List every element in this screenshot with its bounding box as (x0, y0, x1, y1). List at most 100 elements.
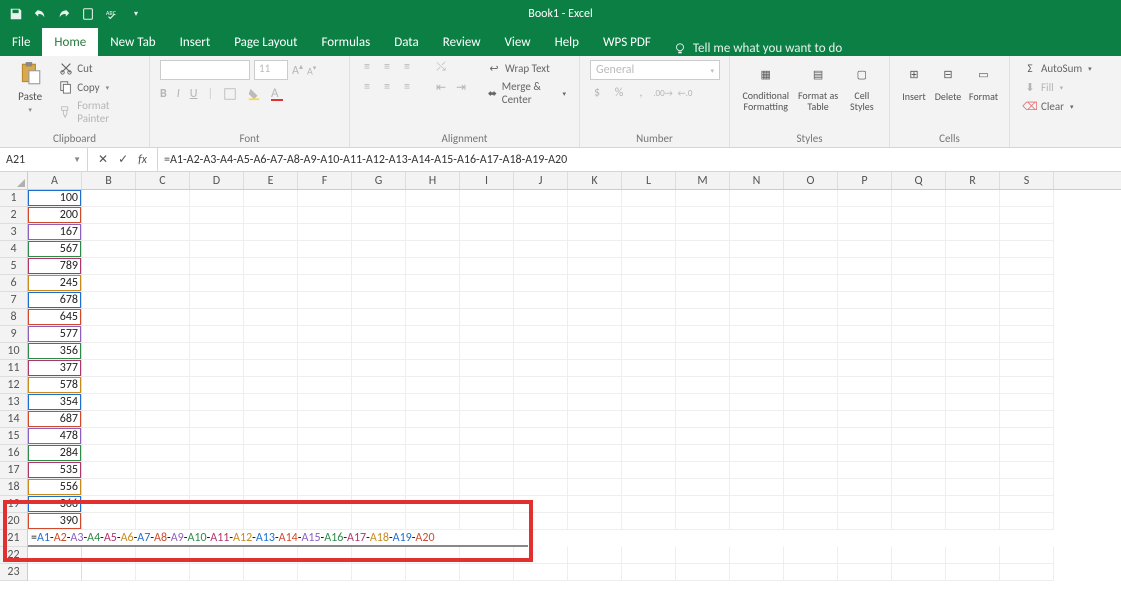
cell-B13[interactable] (82, 394, 136, 411)
cell-M7[interactable] (676, 292, 730, 309)
cell-I3[interactable] (460, 224, 514, 241)
cancel-formula-icon[interactable]: ✕ (98, 152, 108, 167)
cell-E20[interactable] (244, 513, 298, 530)
format-painter-button[interactable]: Format Painter (56, 98, 139, 126)
cell-H17[interactable] (406, 462, 460, 479)
orientation-icon[interactable]: ⤯ (434, 60, 448, 74)
cell-Q6[interactable] (892, 275, 946, 292)
cell-Q2[interactable] (892, 207, 946, 224)
cell-D3[interactable] (190, 224, 244, 241)
comma-icon[interactable]: , (634, 86, 648, 100)
cell-I19[interactable] (460, 496, 514, 513)
cell-O23[interactable] (784, 564, 838, 581)
cell-S15[interactable] (1000, 428, 1054, 445)
cell-S7[interactable] (1000, 292, 1054, 309)
cell-K18[interactable] (568, 479, 622, 496)
cell-D15[interactable] (190, 428, 244, 445)
decrease-decimal-icon[interactable]: ←.0 (678, 86, 692, 100)
cell-Q12[interactable] (892, 377, 946, 394)
cell-H4[interactable] (406, 241, 460, 258)
cell-M13[interactable] (676, 394, 730, 411)
cell-C11[interactable] (136, 360, 190, 377)
row-header-4[interactable]: 4 (0, 241, 27, 258)
row-header-11[interactable]: 11 (0, 360, 27, 377)
cell-A7[interactable]: 678 (28, 292, 82, 309)
cell-P20[interactable] (838, 513, 892, 530)
cell-L5[interactable] (622, 258, 676, 275)
cell-D13[interactable] (190, 394, 244, 411)
cell-A3[interactable]: 167 (28, 224, 82, 241)
cell-M16[interactable] (676, 445, 730, 462)
cell-O17[interactable] (784, 462, 838, 479)
cell-K10[interactable] (568, 343, 622, 360)
cell-B9[interactable] (82, 326, 136, 343)
cell-F19[interactable] (298, 496, 352, 513)
cell-G14[interactable] (352, 411, 406, 428)
cell-L18[interactable] (622, 479, 676, 496)
cell-Q10[interactable] (892, 343, 946, 360)
cell-E5[interactable] (244, 258, 298, 275)
cell-L14[interactable] (622, 411, 676, 428)
cell-P2[interactable] (838, 207, 892, 224)
cell-F17[interactable] (298, 462, 352, 479)
cell-C23[interactable] (136, 564, 190, 581)
cell-L6[interactable] (622, 275, 676, 292)
cell-N4[interactable] (730, 241, 784, 258)
cell-C16[interactable] (136, 445, 190, 462)
cell-I13[interactable] (460, 394, 514, 411)
cell-G1[interactable] (352, 190, 406, 207)
cell-S1[interactable] (1000, 190, 1054, 207)
cell-B5[interactable] (82, 258, 136, 275)
cell-M19[interactable] (676, 496, 730, 513)
cell-N14[interactable] (730, 411, 784, 428)
cell-E17[interactable] (244, 462, 298, 479)
row-header-17[interactable]: 17 (0, 462, 27, 479)
cell-C1[interactable] (136, 190, 190, 207)
cell-I17[interactable] (460, 462, 514, 479)
format-cells-button[interactable]: ▭Format (968, 60, 999, 103)
save-icon[interactable] (8, 6, 24, 22)
cell-R7[interactable] (946, 292, 1000, 309)
cell-S14[interactable] (1000, 411, 1054, 428)
cell-R13[interactable] (946, 394, 1000, 411)
cell-A12[interactable]: 578 (28, 377, 82, 394)
cell-H8[interactable] (406, 309, 460, 326)
enter-formula-icon[interactable]: ✓ (118, 152, 128, 167)
increase-decimal-icon[interactable]: .00→ (656, 86, 670, 100)
increase-font-icon[interactable]: A▴ (292, 62, 303, 78)
conditional-formatting-button[interactable]: ▦Conditional Formatting (740, 60, 791, 112)
insert-cells-button[interactable]: ⊞Insert (900, 60, 928, 103)
align-center-icon[interactable]: ≡ (380, 80, 394, 94)
cell-M2[interactable] (676, 207, 730, 224)
cell-F5[interactable] (298, 258, 352, 275)
cell-H5[interactable] (406, 258, 460, 275)
row-header-5[interactable]: 5 (0, 258, 27, 275)
cell-O10[interactable] (784, 343, 838, 360)
font-size-select[interactable]: 11 (254, 60, 288, 80)
cell-J14[interactable] (514, 411, 568, 428)
cell-N22[interactable] (730, 547, 784, 564)
cell-N6[interactable] (730, 275, 784, 292)
paste-button[interactable]: Paste ▾ (10, 60, 50, 114)
cell-I6[interactable] (460, 275, 514, 292)
cell-K2[interactable] (568, 207, 622, 224)
column-header-R[interactable]: R (946, 172, 1000, 189)
cell-O2[interactable] (784, 207, 838, 224)
cell-D2[interactable] (190, 207, 244, 224)
cell-S18[interactable] (1000, 479, 1054, 496)
tab-data[interactable]: Data (382, 28, 431, 56)
cell-B3[interactable] (82, 224, 136, 241)
row-header-6[interactable]: 6 (0, 275, 27, 292)
cell-H11[interactable] (406, 360, 460, 377)
cell-G2[interactable] (352, 207, 406, 224)
cell-N7[interactable] (730, 292, 784, 309)
tab-home[interactable]: Home (42, 28, 98, 56)
cell-N17[interactable] (730, 462, 784, 479)
cell-G15[interactable] (352, 428, 406, 445)
cell-H22[interactable] (406, 547, 460, 564)
cell-K9[interactable] (568, 326, 622, 343)
cell-M8[interactable] (676, 309, 730, 326)
cell-A10[interactable]: 356 (28, 343, 82, 360)
cell-L23[interactable] (622, 564, 676, 581)
cell-E7[interactable] (244, 292, 298, 309)
